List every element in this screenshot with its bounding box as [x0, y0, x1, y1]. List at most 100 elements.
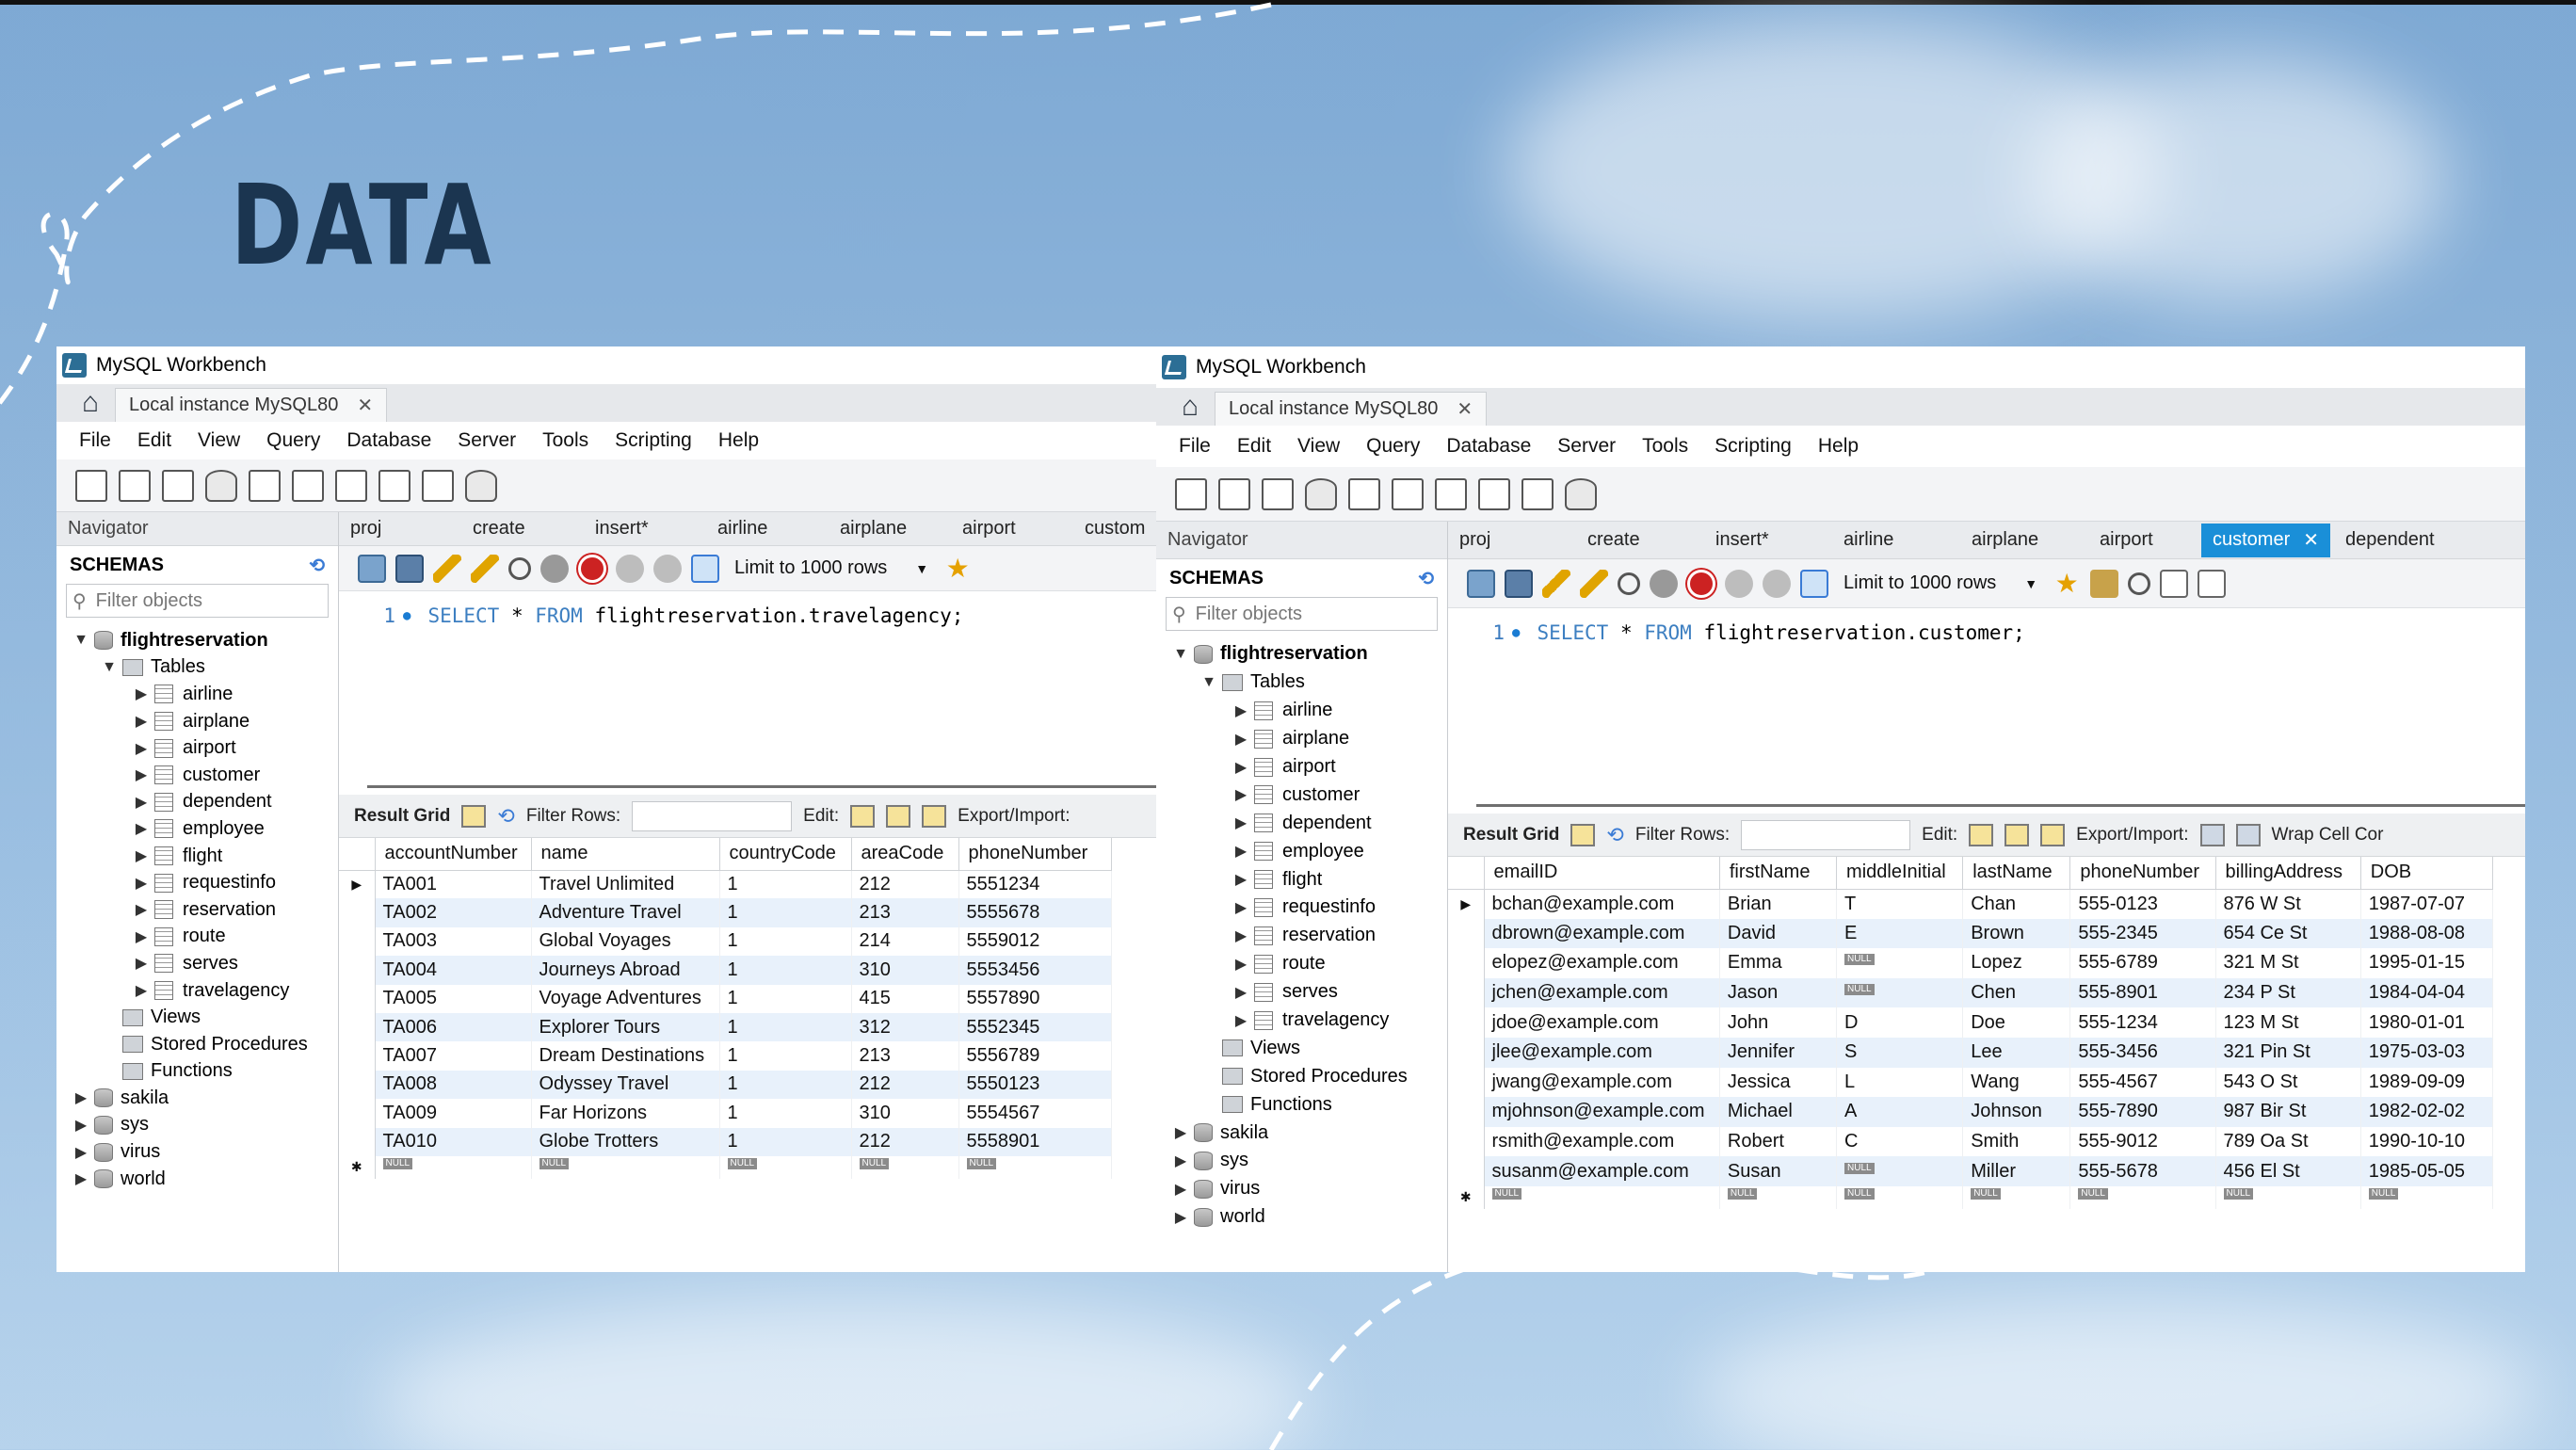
menu-scripting[interactable]: Scripting: [1701, 435, 1805, 458]
row-selector[interactable]: [1448, 948, 1485, 978]
null-cell[interactable]: NULL: [1484, 1185, 1720, 1209]
open-sql-script-icon[interactable]: [1218, 477, 1250, 510]
autocommit-toggle-icon[interactable]: [1800, 569, 1828, 598]
refresh-icon[interactable]: ⟲: [309, 554, 325, 577]
row-selector[interactable]: [339, 926, 376, 957]
table-cell[interactable]: 1987-07-07: [2360, 889, 2494, 919]
row-selector[interactable]: [1448, 1007, 1485, 1038]
home-icon[interactable]: ⌂: [1166, 388, 1215, 426]
table-cell[interactable]: TA003: [375, 926, 532, 957]
reconnect-icon[interactable]: [1565, 477, 1597, 510]
expand-arrow-icon[interactable]: ▶: [1232, 785, 1250, 804]
expand-arrow-icon[interactable]: ▶: [132, 793, 151, 812]
table-cell[interactable]: 555-6789: [2069, 948, 2216, 978]
table-row[interactable]: dbrown@example.com David E Brown 555-2345 654…: [1448, 918, 2494, 949]
execute-icon[interactable]: [433, 554, 461, 583]
tab-customer[interactable]: customer ✕: [2201, 523, 2331, 557]
table-cell[interactable]: Michael: [1719, 1097, 1838, 1127]
menu-query[interactable]: Query: [1353, 435, 1433, 458]
expand-arrow-icon[interactable]: ▶: [1232, 1011, 1250, 1030]
row-selector[interactable]: [1448, 1097, 1485, 1127]
new-sql-tab-icon[interactable]: [1175, 477, 1207, 510]
table-cell[interactable]: 1: [719, 1070, 852, 1100]
table-cell[interactable]: Susan: [1719, 1156, 1838, 1186]
table-cell[interactable]: 1980-01-01: [2360, 1007, 2494, 1038]
tab-airport[interactable]: airport: [951, 518, 1073, 540]
table-cell[interactable]: 5551234: [958, 870, 1112, 899]
expand-arrow-icon[interactable]: ▶: [72, 1088, 90, 1107]
menu-database[interactable]: Database: [333, 429, 444, 452]
expand-arrow-icon[interactable]: ▶: [132, 685, 151, 703]
column-header[interactable]: DOB: [2360, 857, 2494, 890]
collapse-arrow-icon[interactable]: ▼: [72, 632, 90, 649]
tree-tables-folder[interactable]: ▼ Tables: [1156, 669, 1447, 697]
row-selector[interactable]: [1448, 918, 1485, 949]
tab-airplane[interactable]: airplane: [1960, 529, 2088, 551]
table-cell[interactable]: 321 Pin St: [2215, 1037, 2361, 1068]
table-cell[interactable]: 1: [719, 1012, 852, 1042]
table-cell[interactable]: 1: [719, 1099, 852, 1128]
table-cell[interactable]: Adventure Travel: [531, 898, 720, 927]
table-cell[interactable]: John: [1719, 1007, 1838, 1038]
add-row-icon[interactable]: [886, 804, 911, 828]
table-row[interactable]: ▶ TA001 Travel Unlimited 1 212 5551234: [339, 870, 1112, 899]
expand-arrow-icon[interactable]: ▶: [1232, 926, 1250, 945]
table-cell[interactable]: 1: [719, 870, 852, 899]
table-row[interactable]: mjohnson@example.com Michael A Johnson 555-7…: [1448, 1097, 2494, 1127]
table-cell[interactable]: Jennifer: [1719, 1037, 1838, 1068]
row-selector[interactable]: [1448, 977, 1485, 1008]
table-cell[interactable]: D: [1836, 1007, 1964, 1038]
tab-airplane[interactable]: airplane: [829, 518, 951, 540]
table-cell[interactable]: 555-8901: [2069, 977, 2216, 1008]
table-row[interactable]: TA010 Globe Trotters 1 212 5558901: [339, 1127, 1112, 1156]
table-cell[interactable]: Lopez: [1962, 948, 2071, 978]
table-cell[interactable]: E: [1836, 918, 1964, 949]
menu-file[interactable]: File: [66, 429, 124, 452]
tab-customer[interactable]: custom: [1073, 518, 1145, 540]
filter-objects-input[interactable]: ⚲ Filter objects: [66, 584, 329, 618]
table-cell[interactable]: 1: [719, 956, 852, 985]
tree-table-travelagency[interactable]: ▶ travelagency: [56, 977, 338, 1005]
table-cell[interactable]: Smith: [1962, 1126, 2071, 1157]
tree-table-airport[interactable]: ▶ airport: [1156, 753, 1447, 781]
table-cell[interactable]: 555-3456: [2069, 1037, 2216, 1068]
table-cell[interactable]: Dream Destinations: [531, 1041, 720, 1071]
table-cell[interactable]: Odyssey Travel: [531, 1070, 720, 1100]
table-row[interactable]: TA002 Adventure Travel 1 213 5555678: [339, 898, 1112, 927]
table-cell[interactable]: 415: [851, 984, 959, 1013]
tree-schema-sys[interactable]: ▶ sys: [56, 1112, 338, 1139]
column-header[interactable]: phoneNumber: [958, 838, 1112, 871]
tree-schema-sys[interactable]: ▶ sys: [1156, 1147, 1447, 1175]
table-cell[interactable]: 212: [851, 1127, 959, 1156]
tree-schema-sakila[interactable]: ▶ sakila: [1156, 1119, 1447, 1147]
table-cell[interactable]: Brown: [1962, 918, 2071, 949]
column-header[interactable]: emailID: [1484, 857, 1720, 890]
expand-arrow-icon[interactable]: ▶: [132, 900, 151, 919]
create-procedure-icon[interactable]: [1435, 477, 1467, 510]
inspector-icon[interactable]: [162, 469, 194, 502]
expand-arrow-icon[interactable]: ▶: [132, 846, 151, 865]
table-cell[interactable]: 5552345: [958, 1012, 1112, 1042]
table-cell[interactable]: 310: [851, 956, 959, 985]
table-cell[interactable]: Jason: [1719, 977, 1838, 1008]
table-row[interactable]: jwang@example.com Jessica L Wang 555-4567 543…: [1448, 1067, 2494, 1098]
close-icon[interactable]: ✕: [357, 394, 373, 417]
null-cell[interactable]: NULL: [2360, 1185, 2494, 1209]
table-cell[interactable]: 1: [719, 898, 852, 927]
expand-arrow-icon[interactable]: ▶: [1232, 701, 1250, 720]
close-icon[interactable]: ✕: [1457, 397, 1473, 421]
table-row[interactable]: TA008 Odyssey Travel 1 212 5550123: [339, 1070, 1112, 1100]
table-cell[interactable]: Global Voyages: [531, 926, 720, 957]
stop-icon[interactable]: [1650, 569, 1678, 598]
menu-help[interactable]: Help: [705, 429, 772, 452]
row-selector[interactable]: [339, 1070, 376, 1100]
table-cell[interactable]: Wang: [1962, 1067, 2071, 1098]
filter-rows-input[interactable]: [632, 800, 793, 831]
null-cell[interactable]: NULL: [2215, 1185, 2361, 1209]
null-cell[interactable]: NULL: [719, 1155, 852, 1179]
column-header[interactable]: areaCode: [851, 838, 959, 871]
row-selector[interactable]: [1448, 1037, 1485, 1068]
tree-tables-folder[interactable]: ▼ Tables: [56, 654, 338, 682]
tab-create[interactable]: create: [1576, 529, 1704, 551]
find-icon[interactable]: [2128, 572, 2151, 595]
